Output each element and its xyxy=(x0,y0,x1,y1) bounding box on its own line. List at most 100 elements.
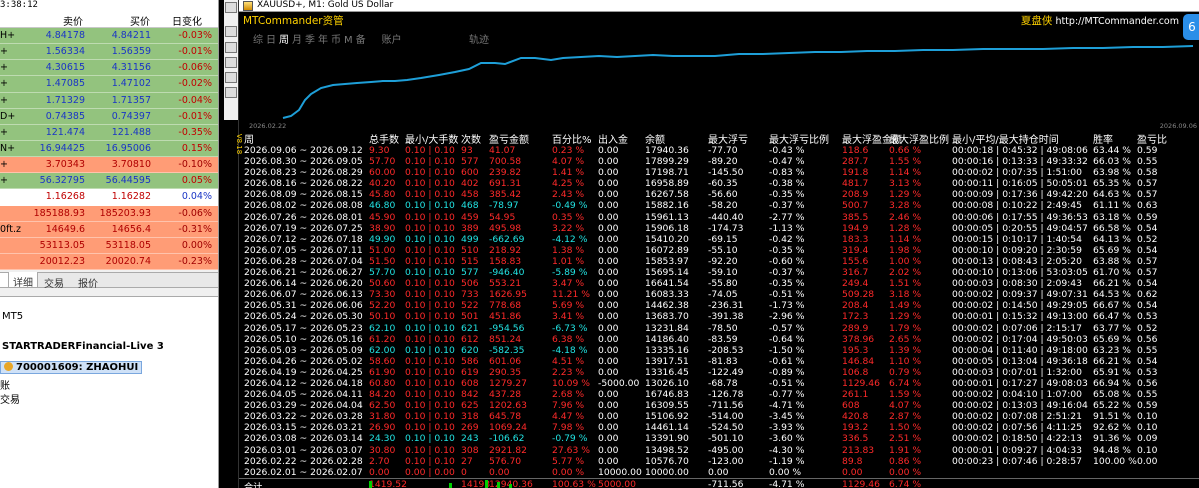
market-watch-row[interactable]: +4.30615 4.31156 -0.06% xyxy=(0,60,218,77)
ask-price: 53118.05 xyxy=(105,239,151,251)
market-watch-row[interactable]: 185188.93 185203.93 -0.06% xyxy=(0,205,218,222)
cell-col-7: 15906.18 xyxy=(645,222,689,234)
table-row[interactable]: 2026.05.24 ~ 2026.05.30 50.10 0.10 | 0.10 5… xyxy=(239,311,1199,322)
navigator-item-accounts[interactable]: 账 xyxy=(0,377,10,392)
table-header-row: 周总手数 最小/大手数 次数 盈亏金额 百分比% 出入金 余额 最大浮亏 最大浮亏比例 最大浮盈金… xyxy=(239,131,1199,146)
cell-col-3: 27 xyxy=(461,455,473,467)
cell-col-12: 00:00:02 | 0:04:10 | 1:07:00 xyxy=(952,389,1082,401)
table-row[interactable]: 2026.06.21 ~ 2026.06.27 57.70 0.10 | 0.10 5… xyxy=(239,267,1199,278)
bid-price: 4.30615 xyxy=(45,62,85,74)
cell-col-4: -582.35 xyxy=(489,344,525,356)
cell-col-0: 2026.04.26 ~ 2026.05.02 xyxy=(244,355,363,367)
tab-trading[interactable]: 交易 xyxy=(44,275,64,290)
navigator-item-trading[interactable]: 交易 xyxy=(0,391,20,406)
brand-right-url[interactable]: http://MTCommander.com xyxy=(1055,16,1179,27)
grid-icon[interactable] xyxy=(225,72,237,83)
market-watch-row[interactable]: 20012.23 20020.74 -0.23% xyxy=(0,253,218,271)
cell-col-9: -1.50 % xyxy=(769,344,805,356)
cell-col-6: 0.00 xyxy=(598,411,619,423)
market-watch-row[interactable]: 0ft.z 14649.6 14656.4 -0.31% xyxy=(0,221,218,238)
cell-col-10: 146.84 xyxy=(842,355,875,367)
cell-col-2: 0.10 | 0.10 xyxy=(405,156,455,168)
symbol-name: + xyxy=(0,46,8,58)
navigator-root[interactable]: MT5 xyxy=(2,311,23,322)
table-row[interactable]: 2026.02.01 ~ 2026.02.07 0.00 0.00 | 0.00 0 0… xyxy=(239,467,1199,478)
table-row[interactable]: 2026.04.05 ~ 2026.04.11 84.20 0.10 | 0.10 8… xyxy=(239,389,1199,400)
tab-details[interactable]: 详细 xyxy=(8,272,38,289)
table-row[interactable]: 2026.08.23 ~ 2026.08.29 60.00 0.10 | 0.10 6… xyxy=(239,167,1199,178)
cell-col-4: 41.07 xyxy=(489,145,516,156)
navigator-account[interactable]: 700001609: ZHAOHUI xyxy=(0,361,143,374)
market-watch-row[interactable]: +1.47085 1.47102 -0.02% xyxy=(0,76,218,93)
table-row[interactable]: 2026.06.28 ~ 2026.07.04 51.50 0.10 | 0.10 5… xyxy=(239,256,1199,267)
table-row[interactable]: 2026.03.22 ~ 2026.03.28 31.80 0.10 | 0.10 3… xyxy=(239,411,1199,422)
market-watch-row[interactable]: N+ 16.94425 16.95006 0.15% xyxy=(0,140,218,158)
market-watch-row[interactable]: +121.474 121.488 -0.35% xyxy=(0,124,218,141)
cell-col-13: 65.22 % xyxy=(1093,400,1131,412)
table-row[interactable]: 2026.04.19 ~ 2026.04.25 61.90 0.10 | 0.10 6… xyxy=(239,367,1199,378)
cell-col-6: 0.00 xyxy=(598,344,619,356)
cell-col-14: 0.09 xyxy=(1137,433,1158,445)
cell-col-7: 16267.58 xyxy=(645,189,689,201)
cell-col-12: 00:00:23 | 0:07:46 | 0:28:57 xyxy=(952,455,1082,467)
table-row[interactable]: 2026.05.10 ~ 2026.05.16 61.20 0.10 | 0.10 6… xyxy=(239,334,1199,345)
table-row[interactable]: 2026.06.07 ~ 2026.06.13 73.30 0.10 | 0.10 7… xyxy=(239,289,1199,300)
table-row[interactable]: 2026.05.17 ~ 2026.05.23 62.10 0.10 | 0.10 6… xyxy=(239,323,1199,334)
cell-col-5: 3.41 % xyxy=(552,311,585,323)
chart-icon[interactable] xyxy=(225,2,237,13)
market-watch-row[interactable]: +56.32795 56.44595 0.05% xyxy=(0,173,218,190)
table-row[interactable]: 2026.07.05 ~ 2026.07.11 51.00 0.10 | 0.10 5… xyxy=(239,245,1199,256)
table-row[interactable]: 2026.04.12 ~ 2026.04.18 60.80 0.10 | 0.10 6… xyxy=(239,378,1199,389)
zoom-icon[interactable] xyxy=(225,42,237,53)
table-row[interactable]: 2026.08.09 ~ 2026.08.15 45.80 0.10 | 0.10 4… xyxy=(239,189,1199,200)
cell-col-13: 64.63 % xyxy=(1093,189,1131,201)
navigator-broker[interactable]: STARTRADERFinancial-Live 3 xyxy=(2,341,164,352)
table-row[interactable]: 2026.09.06 ~ 2026.09.12 9.30 0.10 | 0.10 93… xyxy=(239,145,1199,156)
tab-symbols[interactable] xyxy=(0,273,8,287)
cell-col-14: 0.55 xyxy=(1137,389,1158,401)
table-row[interactable]: 2026.07.12 ~ 2026.07.18 49.90 0.10 | 0.10 4… xyxy=(239,234,1199,245)
cell-col-11: 2.46 % xyxy=(889,211,922,223)
market-watch-row[interactable]: H+ 4.84178 4.84211 -0.03% xyxy=(0,28,218,45)
market-watch-row[interactable]: D+ 0.74385 0.74397 -0.01% xyxy=(0,108,218,125)
market-watch-row[interactable]: +1.56334 1.56359 -0.01% xyxy=(0,44,218,61)
market-watch-row[interactable]: +1.71329 1.71357 -0.04% xyxy=(0,92,218,109)
cell-col-0: 2026.05.17 ~ 2026.05.23 xyxy=(244,322,363,334)
table-row[interactable]: 2026.03.01 ~ 2026.03.07 30.80 0.10 | 0.10 3… xyxy=(239,445,1199,456)
symbol-name: + xyxy=(0,62,8,74)
table-row[interactable]: 2026.02.22 ~ 2026.02.28 2.70 0.10 | 0.10 27… xyxy=(239,456,1199,467)
ask-column-header[interactable]: 买价 xyxy=(130,13,150,28)
cell-col-0: 2026.04.05 ~ 2026.04.11 xyxy=(244,389,363,401)
table-row[interactable]: 2026.08.02 ~ 2026.08.08 46.80 0.10 | 0.10 4… xyxy=(239,200,1199,211)
cell-col-4: 1202.63 xyxy=(489,400,527,412)
table-row[interactable]: 2026.03.15 ~ 2026.03.21 26.90 0.10 | 0.10 2… xyxy=(239,422,1199,433)
market-watch-row[interactable]: 1.16268 1.16282 0.04% xyxy=(0,189,218,206)
cell-col-8: -524.50 xyxy=(708,422,744,434)
table-row[interactable]: 2026.07.19 ~ 2026.07.25 38.90 0.10 | 0.10 3… xyxy=(239,223,1199,234)
cell-col-8: -391.38 xyxy=(708,311,744,323)
table-row[interactable]: 2026.05.31 ~ 2026.06.06 52.20 0.10 | 0.10 5… xyxy=(239,300,1199,311)
table-row[interactable]: 2026.08.16 ~ 2026.08.22 40.20 0.10 | 0.10 4… xyxy=(239,178,1199,189)
bid-column-header[interactable]: 卖价 xyxy=(63,13,83,28)
cell-col-10: 336.5 xyxy=(842,433,869,445)
table-row[interactable]: 2026.03.08 ~ 2026.03.14 24.30 0.10 | 0.10 2… xyxy=(239,433,1199,444)
tab-ticks[interactable]: 报价 xyxy=(78,275,98,290)
crosshair-icon[interactable] xyxy=(225,26,237,37)
table-row[interactable]: 2026.04.26 ~ 2026.05.02 58.60 0.10 | 0.10 5… xyxy=(239,356,1199,367)
side-panel-button[interactable]: 6 xyxy=(1183,14,1199,40)
change-column-header[interactable]: 日变化 xyxy=(172,13,202,28)
line-icon[interactable] xyxy=(225,57,237,68)
cell-col-6: 0.00 xyxy=(598,300,619,312)
table-row[interactable]: 2026.03.29 ~ 2026.04.04 62.50 0.10 | 0.10 6… xyxy=(239,400,1199,411)
daily-change: -0.01% xyxy=(178,46,212,58)
template-icon[interactable] xyxy=(225,87,237,98)
market-watch-row[interactable]: +3.70343 3.70810 -0.10% xyxy=(0,157,218,174)
cell-col-9: -0.35 % xyxy=(769,189,805,201)
table-row[interactable]: 2026.05.03 ~ 2026.05.09 62.00 0.10 | 0.10 6… xyxy=(239,345,1199,356)
cell-col-7: 10000.00 xyxy=(645,466,689,478)
cell-col-1: 60.80 xyxy=(369,377,396,389)
table-row[interactable]: 2026.08.30 ~ 2026.09.05 57.70 0.10 | 0.10 5… xyxy=(239,156,1199,167)
table-row[interactable]: 2026.06.14 ~ 2026.06.20 50.60 0.10 | 0.10 5… xyxy=(239,278,1199,289)
table-row[interactable]: 2026.07.26 ~ 2026.08.01 45.90 0.10 | 0.10 4… xyxy=(239,212,1199,223)
market-watch-row[interactable]: 53113.05 53118.05 0.00% xyxy=(0,237,218,254)
